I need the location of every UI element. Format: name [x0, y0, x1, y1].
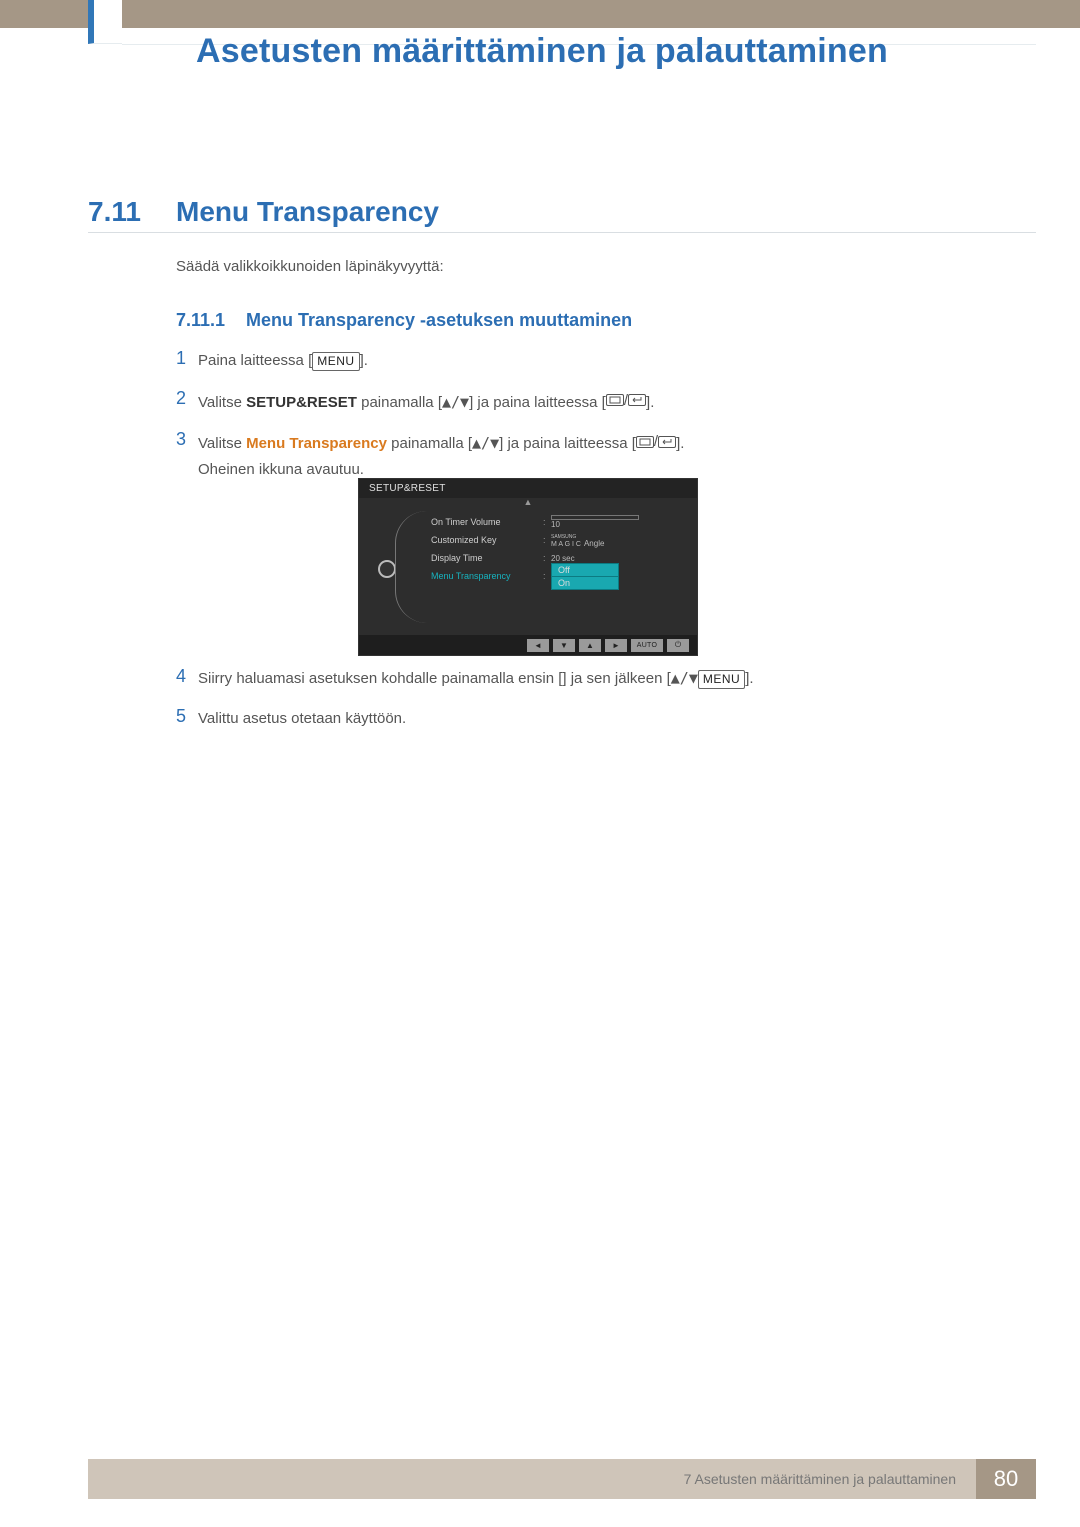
step: 1Paina laitteessa [MENU]. — [176, 348, 996, 374]
osd-row-label: Display Time — [431, 553, 543, 563]
step: 2Valitse SETUP&RESET painamalla [▲/▼] ja… — [176, 388, 996, 416]
step-number: 1 — [176, 348, 198, 369]
step-text: Valittu asetus otetaan käyttöön. — [198, 706, 958, 732]
osd-nav-right-button[interactable]: ► — [605, 639, 627, 652]
step-number: 3 — [176, 429, 198, 450]
steps-list: 1Paina laitteessa [MENU].2Valitse SETUP&… — [176, 348, 996, 496]
samsung-magic-icon: SAMSUNGM A G I C — [551, 533, 581, 548]
page-tab-marker — [88, 0, 122, 44]
step-number: 4 — [176, 666, 198, 687]
osd-row: On Timer Volume:10 — [431, 513, 687, 531]
osd-nav-left-button[interactable]: ◄ — [527, 639, 549, 652]
menu-button-label: MENU — [312, 352, 359, 371]
source-enter-icon: / — [606, 388, 646, 414]
subsection-number: 7.11.1 — [176, 310, 225, 331]
section-intro: Säädä valikkoikkunoiden läpinäkyvyyttä: — [176, 258, 444, 275]
osd-value: Angle — [584, 539, 604, 548]
up-down-arrow-icon: ▲/▼ — [671, 666, 698, 692]
step-number: 5 — [176, 706, 198, 727]
osd-row-label: Menu Transparency — [431, 571, 543, 581]
gear-icon — [378, 560, 396, 578]
step-text: Valitse SETUP&RESET painamalla [▲/▼] ja … — [198, 388, 958, 416]
step-number: 2 — [176, 388, 198, 409]
section-number: 7.11 — [88, 196, 141, 228]
osd-screenshot: SETUP&RESET ▲ On Timer Volume:10Customiz… — [358, 478, 698, 656]
step: 4Siirry haluamasi asetuksen kohdalle pai… — [176, 666, 996, 692]
page-footer: 7 Asetusten määrittäminen ja palauttamin… — [88, 1459, 1036, 1499]
osd-row-label: On Timer Volume — [431, 517, 543, 527]
step-text: Siirry haluamasi asetuksen kohdalle pain… — [198, 666, 958, 692]
osd-power-button[interactable]: ⏻ — [667, 639, 689, 652]
step-text: Paina laitteessa [MENU]. — [198, 348, 958, 374]
up-down-arrow-icon: ▲/▼ — [472, 431, 499, 457]
source-enter-icon: / — [636, 429, 676, 455]
osd-row: Menu Transparency:OffOn — [431, 567, 687, 585]
osd-title: SETUP&RESET — [359, 479, 697, 498]
osd-button-bar: ◄ ▼ ▲ ► AUTO ⏻ — [359, 635, 697, 655]
footer-page-number: 80 — [976, 1459, 1036, 1499]
menu-button-label: MENU — [698, 670, 745, 689]
page-top-band — [0, 0, 1080, 28]
osd-row: Customized Key:SAMSUNGM A G I CAngle — [431, 531, 687, 549]
chapter-title: Asetusten määrittäminen ja palauttaminen — [196, 32, 888, 71]
osd-nav-down-button[interactable]: ▼ — [553, 639, 575, 652]
osd-value: 10 — [551, 520, 560, 529]
osd-value: 20 sec — [551, 554, 575, 563]
osd-select-option[interactable]: On — [551, 576, 619, 590]
section-rule — [88, 232, 1036, 233]
osd-curve-decoration — [395, 511, 427, 623]
step: 3Valitse Menu Transparency painamalla [▲… — [176, 429, 996, 482]
step: 5Valittu asetus otetaan käyttöön. — [176, 706, 996, 732]
steps-list-continued: 4Siirry haluamasi asetuksen kohdalle pai… — [176, 666, 996, 745]
up-down-arrow-icon: ▲/▼ — [442, 390, 469, 416]
osd-row-label: Customized Key — [431, 535, 543, 545]
osd-slider — [551, 515, 639, 520]
section-title: Menu Transparency — [176, 196, 439, 228]
osd-select-option[interactable]: Off — [551, 563, 619, 576]
footer-chapter-text: 7 Asetusten määrittäminen ja palauttamin… — [684, 1459, 976, 1499]
subsection-title: Menu Transparency -asetuksen muuttaminen — [246, 310, 632, 331]
osd-nav-up-button[interactable]: ▲ — [579, 639, 601, 652]
osd-auto-button[interactable]: AUTO — [631, 639, 663, 652]
step-text: Valitse Menu Transparency painamalla [▲/… — [198, 429, 958, 482]
osd-up-arrow-icon: ▲ — [359, 498, 697, 505]
